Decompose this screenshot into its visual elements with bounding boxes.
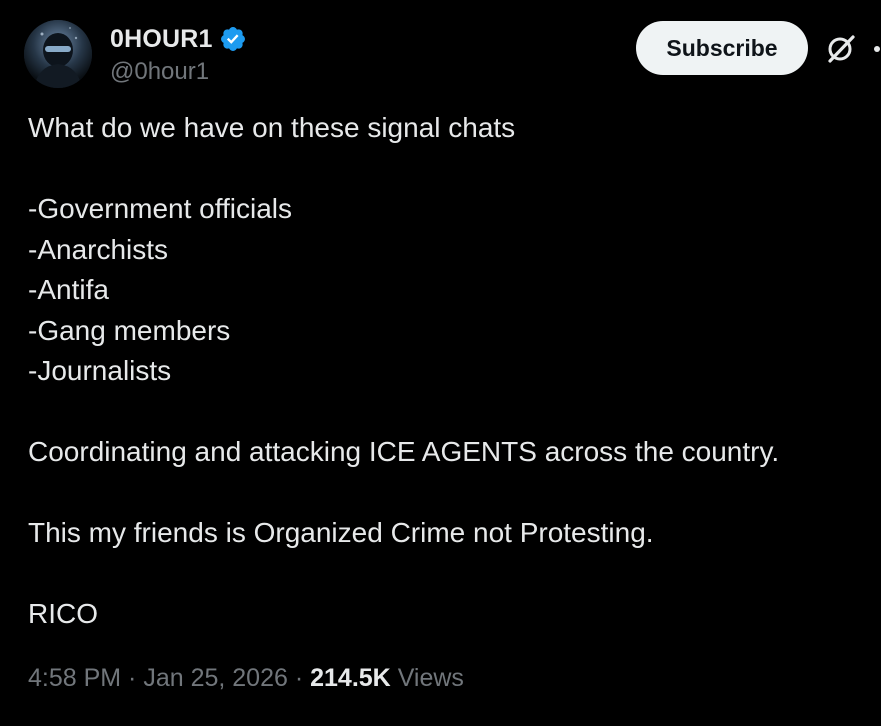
tweet-text-line: This my friends is Organized Crime not P… xyxy=(28,517,654,548)
tweet-text-line: What do we have on these signal chats xyxy=(28,112,516,143)
author-display-name[interactable]: 0HOUR1 xyxy=(110,25,213,54)
verified-badge-icon[interactable] xyxy=(219,25,247,53)
avatar[interactable] xyxy=(24,20,92,88)
tweet-time[interactable]: 4:58 PM xyxy=(28,664,121,693)
tweet-text-line: RICO xyxy=(28,598,98,629)
tweet-text-line xyxy=(28,554,868,595)
tweet-card: 0HOUR1 @0hour1 Subscribe What do we have… xyxy=(0,0,881,726)
tweet-text-line xyxy=(28,149,868,190)
author-block: 0HOUR1 @0hour1 xyxy=(110,24,247,86)
tweet-date[interactable]: Jan 25, 2026 xyxy=(143,664,288,693)
avatar-image-icon xyxy=(24,20,92,88)
tweet-header: 0HOUR1 @0hour1 Subscribe xyxy=(24,14,881,94)
tweet-meta: 4:58 PM · Jan 25, 2026 · 214.5K Views xyxy=(28,664,464,693)
name-row: 0HOUR1 xyxy=(110,24,247,54)
author-handle[interactable]: @0hour1 xyxy=(110,58,247,86)
meta-separator: · xyxy=(287,664,311,692)
tweet-text-line: -Journalists xyxy=(28,355,172,386)
tweet-text: What do we have on these signal chats -G… xyxy=(28,108,868,635)
more-dots-icon[interactable] xyxy=(872,34,881,64)
tweet-text-line xyxy=(28,473,868,514)
tweet-text-line: Coordinating and attacking ICE AGENTS ac… xyxy=(28,436,780,467)
subscribe-button[interactable]: Subscribe xyxy=(636,21,808,75)
tweet-text-line: -Government officials xyxy=(28,193,293,224)
views-count[interactable]: 214.5K xyxy=(310,664,391,693)
meta-separator: · xyxy=(121,664,144,692)
views-label: Views xyxy=(390,664,464,692)
tweet-text-line: -Antifa xyxy=(28,274,109,305)
grok-icon[interactable] xyxy=(824,32,858,66)
tweet-text-line: -Gang members xyxy=(28,314,231,346)
tweet-text-line: -Anarchists xyxy=(28,233,169,265)
tweet-text-line xyxy=(28,392,868,433)
